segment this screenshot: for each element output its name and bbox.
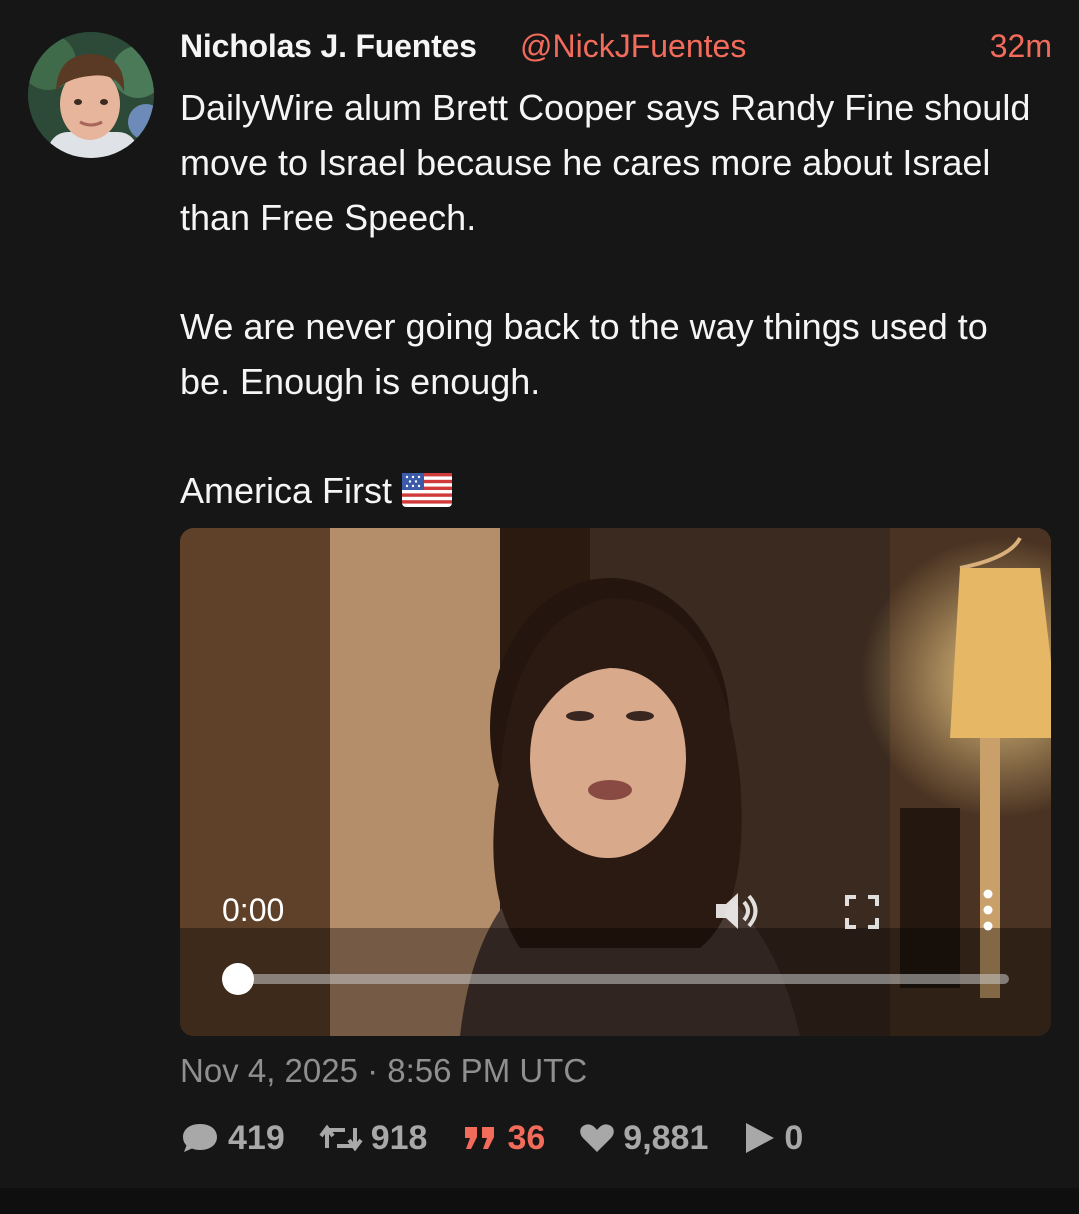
author-display-name[interactable]: Nicholas J. Fuentes: [180, 28, 477, 65]
quote-count: 36: [507, 1118, 546, 1157]
volume-button[interactable]: [712, 888, 764, 934]
tweet-paragraph: DailyWire alum Brett Cooper says Randy F…: [180, 87, 1031, 238]
like-count-button[interactable]: 9,881: [579, 1119, 708, 1158]
more-vertical-icon: [983, 889, 993, 931]
us-flag-icon: [402, 467, 453, 522]
reply-count-button[interactable]: 419: [180, 1119, 285, 1158]
video-menu-button[interactable]: [976, 888, 1000, 932]
volume-icon: [716, 893, 758, 929]
tweet-paragraph-last: America First: [180, 463, 1040, 522]
tweet-body: DailyWire alum Brett Cooper says Randy F…: [180, 80, 1040, 522]
avatar-image: [28, 32, 154, 158]
tweet-paragraph-text: America First: [180, 470, 393, 511]
tweet-header: Nicholas J. Fuentes @NickJFuentes 32m: [180, 28, 1052, 68]
retweet-count: 918: [370, 1118, 428, 1157]
heart-icon: [580, 1124, 615, 1152]
play-icon: [746, 1123, 775, 1153]
quote-count-button[interactable]: 36: [461, 1119, 545, 1158]
fullscreen-icon: [845, 895, 879, 929]
tweet-date[interactable]: Nov 4, 2025 · 8:56 PM UTC: [180, 1052, 587, 1090]
bottom-strip: [0, 1188, 1079, 1214]
comment-icon: [183, 1124, 217, 1152]
retweet-count-button[interactable]: 918: [319, 1118, 428, 1158]
fullscreen-button[interactable]: [844, 894, 880, 930]
relative-timestamp[interactable]: 32m: [990, 28, 1052, 65]
author-handle[interactable]: @NickJFuentes: [520, 28, 746, 65]
video-frame: [180, 528, 1051, 1036]
quote-icon: [465, 1127, 495, 1149]
tweet-page: Nicholas J. Fuentes @NickJFuentes 32m Da…: [0, 0, 1079, 1214]
view-count: 0: [784, 1118, 804, 1157]
tweet-paragraph: We are never going back to the way thing…: [180, 306, 988, 402]
author-avatar[interactable]: [28, 32, 154, 158]
like-count: 9,881: [623, 1118, 709, 1157]
reply-count: 419: [228, 1118, 285, 1157]
video-progress-bar[interactable]: [238, 974, 1009, 984]
retweet-icon: [319, 1124, 363, 1152]
tweet-stats: 419 918 36 9,881 0: [180, 1116, 837, 1160]
video-player[interactable]: 0:00: [180, 528, 1051, 1036]
view-count-button[interactable]: 0: [742, 1119, 803, 1158]
video-progress-thumb[interactable]: [222, 963, 254, 995]
video-current-time: 0:00: [222, 892, 285, 928]
